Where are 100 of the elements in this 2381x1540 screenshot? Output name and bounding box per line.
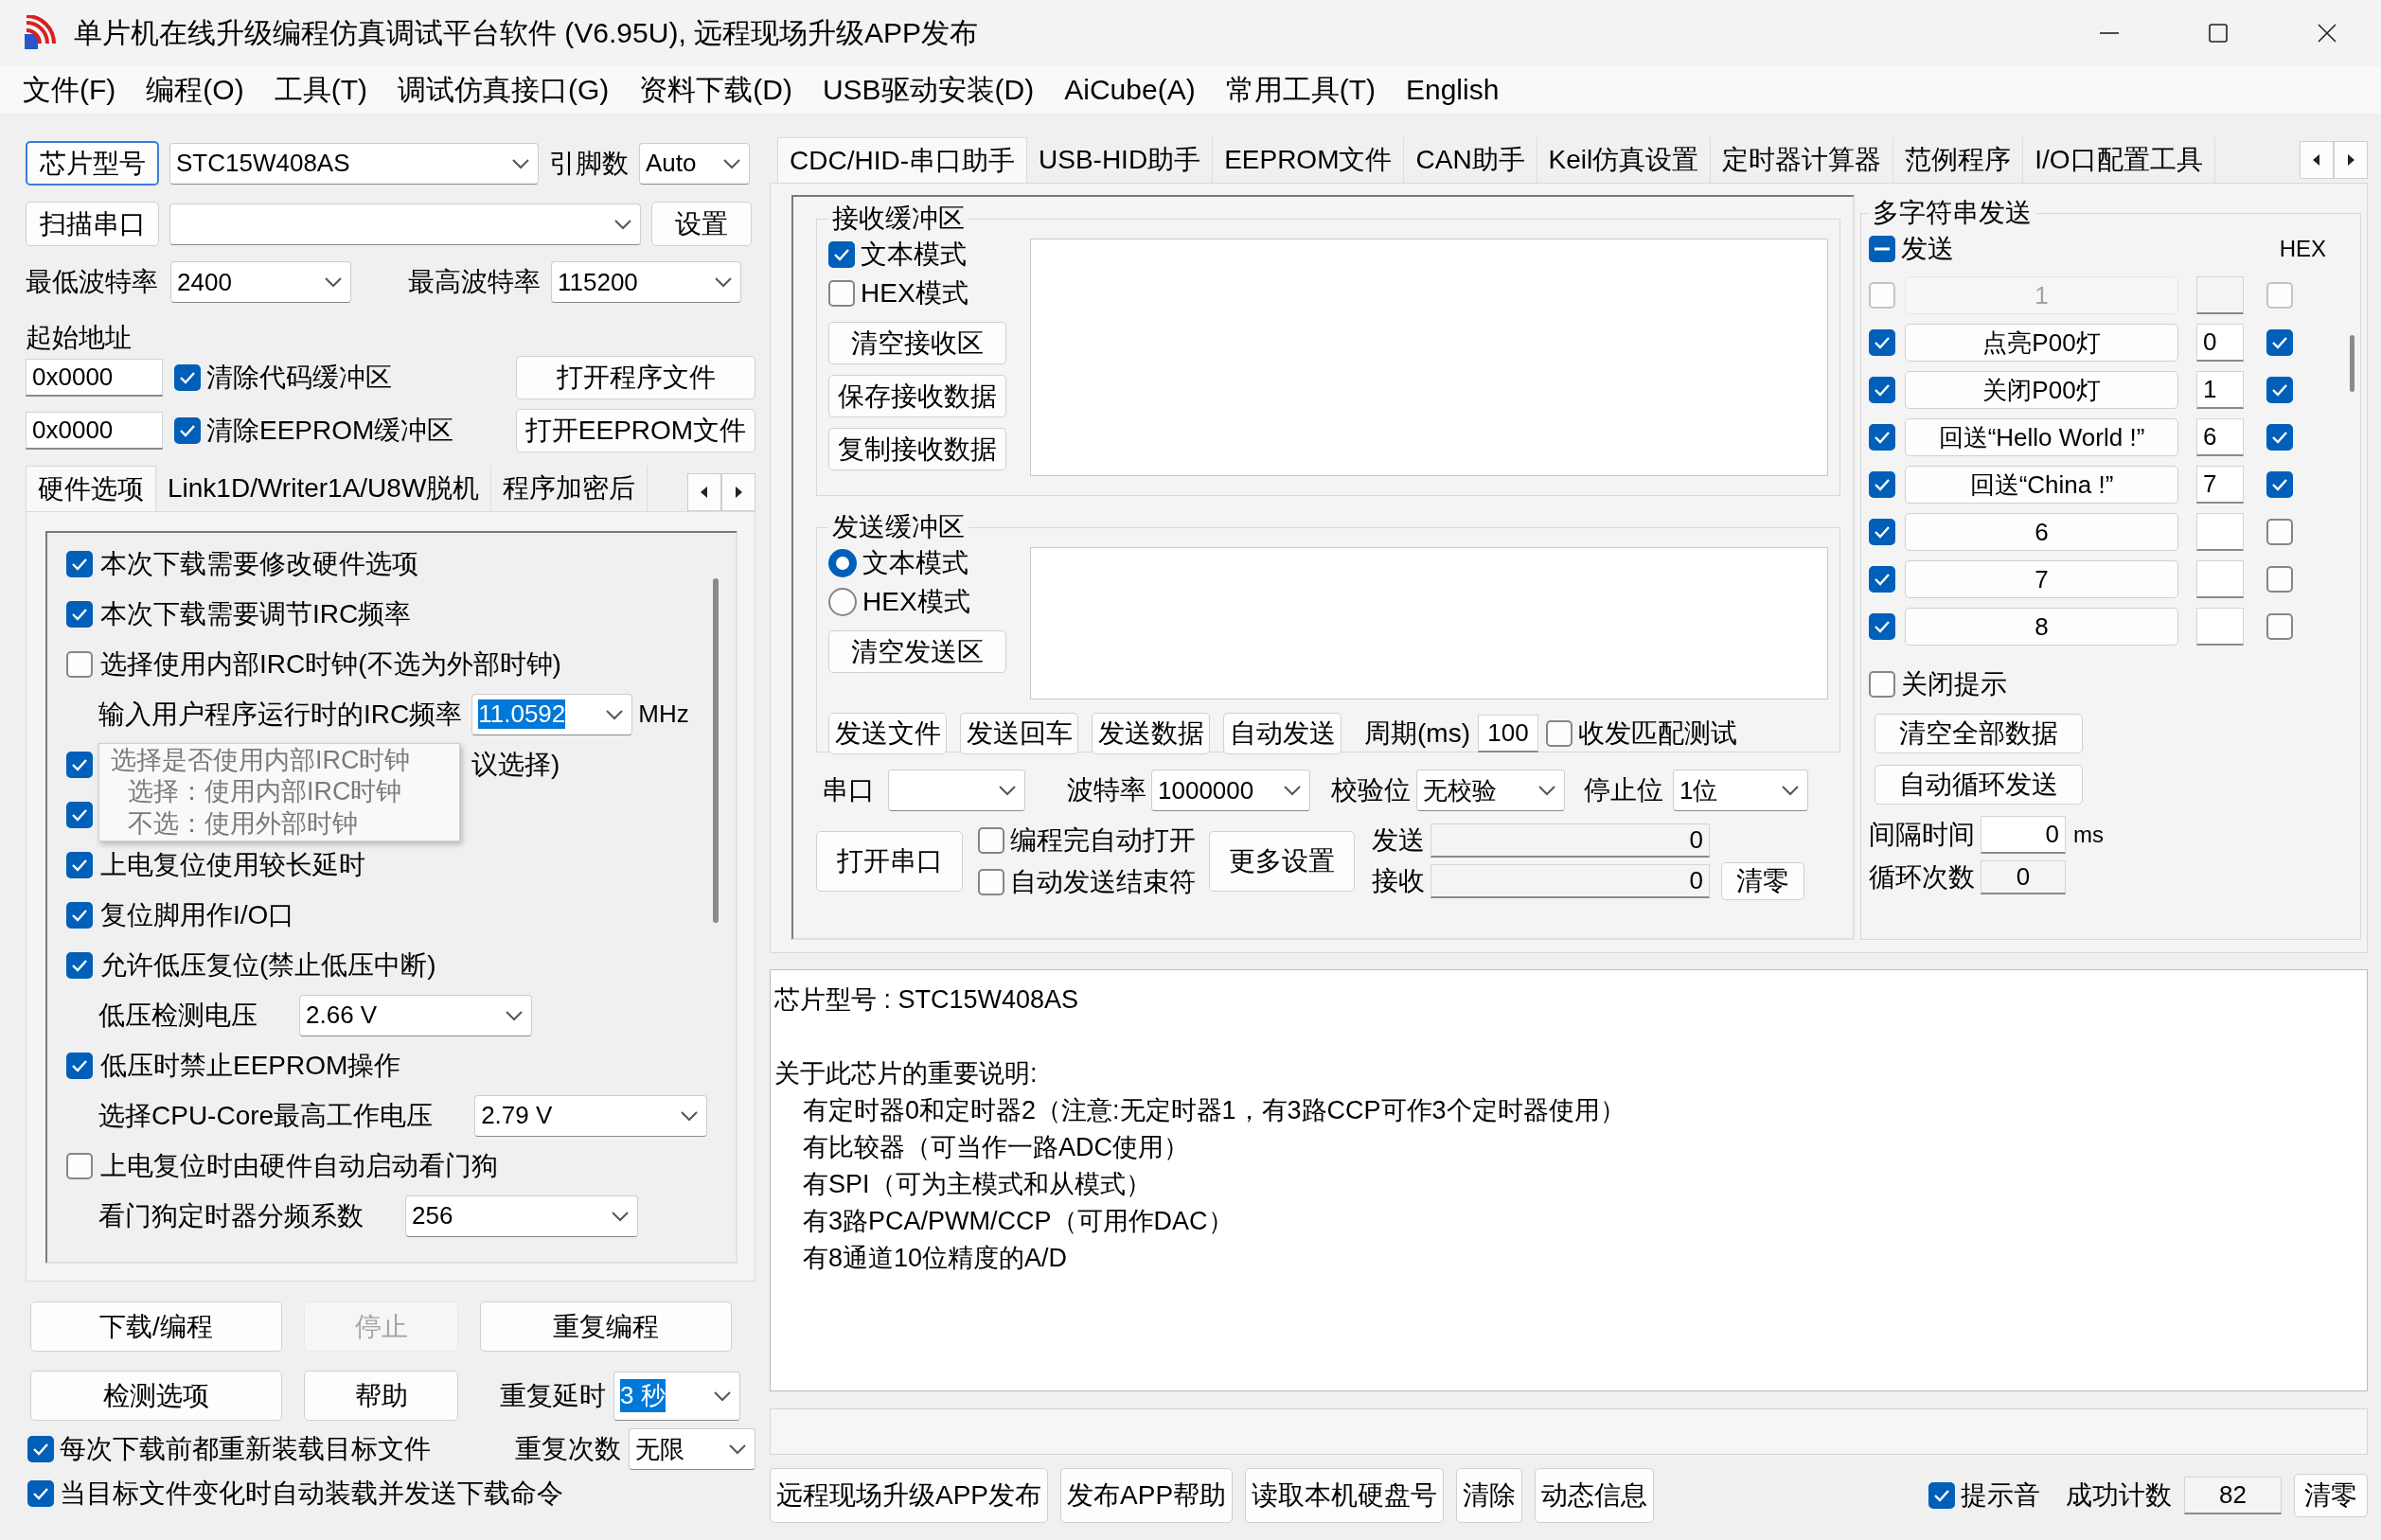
reset-button[interactable]: 清零 xyxy=(1721,862,1804,900)
checkbox[interactable] xyxy=(66,1052,93,1079)
send-action-button[interactable]: 发送回车 xyxy=(960,713,1078,754)
dropdown[interactable]: 2.66 V xyxy=(299,994,532,1036)
checkbox[interactable] xyxy=(1869,566,1895,593)
dropdown[interactable]: 3 秒 xyxy=(613,1371,740,1421)
menu-item[interactable]: English xyxy=(1391,67,1515,113)
checkbox[interactable] xyxy=(828,280,855,307)
input-field[interactable] xyxy=(2196,608,2244,646)
send-action-button[interactable]: 发送数据 xyxy=(1092,713,1210,754)
checkbox[interactable] xyxy=(1869,613,1895,640)
dropdown[interactable]: STC15W408AS xyxy=(169,142,539,185)
checkbox[interactable] xyxy=(2266,424,2293,451)
scan-port-button[interactable]: 扫描串口 xyxy=(26,202,159,246)
scrollbar[interactable] xyxy=(2350,335,2354,392)
checkbox[interactable] xyxy=(66,951,93,979)
menu-item[interactable]: 调试仿真接口(G) xyxy=(382,67,625,113)
checkbox[interactable] xyxy=(2266,471,2293,498)
multi-action-button[interactable]: 自动循环发送 xyxy=(1875,765,2083,805)
open-file-button[interactable]: 打开EEPROM文件 xyxy=(516,409,755,452)
count-field[interactable]: 82 xyxy=(2184,1477,2282,1514)
interval-field[interactable]: 0 xyxy=(1981,816,2066,854)
bottom-action-button[interactable]: 读取本机硬盘号 xyxy=(1245,1468,1445,1523)
address-field[interactable]: 0x0000 xyxy=(26,412,163,450)
radio-button[interactable] xyxy=(828,588,857,616)
action-button[interactable]: 帮助 xyxy=(304,1371,458,1421)
checkbox[interactable] xyxy=(1869,424,1895,451)
menu-item[interactable]: 工具(T) xyxy=(258,67,382,113)
checkbox[interactable] xyxy=(66,1152,93,1179)
checkbox[interactable] xyxy=(66,801,93,828)
receive-action-button[interactable]: 清空接收区 xyxy=(828,322,1006,364)
checkbox[interactable] xyxy=(2266,519,2293,545)
send-string-button[interactable]: 6 xyxy=(1905,513,2178,551)
checkbox[interactable] xyxy=(66,600,93,628)
checkbox[interactable] xyxy=(66,550,93,577)
checkbox[interactable] xyxy=(66,901,93,929)
checkbox[interactable] xyxy=(174,417,201,444)
checkbox[interactable] xyxy=(27,1480,54,1507)
more-settings-button[interactable]: 更多设置 xyxy=(1209,831,1355,892)
checkbox[interactable] xyxy=(66,751,93,778)
checkbox[interactable] xyxy=(978,827,1004,854)
send-string-button[interactable]: 点亮P00灯 xyxy=(1905,324,2178,362)
checkbox[interactable] xyxy=(1928,1482,1955,1509)
checkbox[interactable] xyxy=(1869,471,1895,498)
checkbox[interactable] xyxy=(27,1436,54,1462)
action-button[interactable]: 检测选项 xyxy=(30,1371,282,1421)
scroll-left-button[interactable] xyxy=(687,473,721,511)
open-port-button[interactable]: 打开串口 xyxy=(816,831,963,892)
bottom-action-button[interactable]: 动态信息 xyxy=(1535,1468,1655,1523)
dropdown[interactable]: 115200 xyxy=(551,261,741,303)
radio-button[interactable] xyxy=(828,549,857,577)
input-field[interactable] xyxy=(2196,560,2244,598)
dropdown[interactable]: 256 xyxy=(405,1195,638,1237)
clear-send-button[interactable]: 清空发送区 xyxy=(828,630,1006,673)
open-file-button[interactable]: 打开程序文件 xyxy=(516,356,755,399)
scroll-right-button[interactable] xyxy=(2334,141,2368,179)
checkbox[interactable] xyxy=(1869,329,1895,356)
menu-item[interactable]: 编程(O) xyxy=(131,67,259,113)
send-string-button[interactable]: 8 xyxy=(1905,608,2178,646)
checkbox[interactable] xyxy=(2266,566,2293,593)
bottom-action-button[interactable]: 远程现场升级APP发布 xyxy=(770,1468,1049,1523)
period-field[interactable]: 100 xyxy=(1478,715,1538,752)
dropdown[interactable]: Auto xyxy=(639,142,750,185)
dropdown[interactable] xyxy=(888,770,1025,811)
dropdown[interactable]: 2400 xyxy=(170,261,351,303)
input-field[interactable]: 0 xyxy=(2196,324,2244,362)
bottom-action-button[interactable]: 清除 xyxy=(1456,1468,1523,1523)
action-button[interactable]: 重复编程 xyxy=(480,1301,732,1352)
tab[interactable]: CDC/HID-串口助手 xyxy=(777,137,1027,183)
dropdown[interactable]: 1位 xyxy=(1673,770,1808,811)
dropdown[interactable]: 2.79 V xyxy=(474,1094,708,1137)
multi-action-button[interactable]: 清空全部数据 xyxy=(1875,714,2083,753)
send-string-button[interactable]: 关闭P00灯 xyxy=(1905,371,2178,409)
menu-item[interactable]: 资料下载(D) xyxy=(624,67,808,113)
scroll-left-button[interactable] xyxy=(2300,141,2334,179)
loop-count-field[interactable]: 0 xyxy=(1981,860,2066,894)
input-field[interactable]: 1 xyxy=(2196,371,2244,409)
checkbox[interactable] xyxy=(978,869,1004,895)
scroll-right-button[interactable] xyxy=(721,473,755,511)
send-string-button[interactable]: 回送“China !” xyxy=(1905,466,2178,504)
menu-item[interactable]: AiCube(A) xyxy=(1049,67,1211,113)
checkbox[interactable] xyxy=(1869,236,1895,262)
checkbox[interactable] xyxy=(1869,519,1895,545)
checkbox[interactable] xyxy=(2266,377,2293,403)
dropdown[interactable]: 无限 xyxy=(629,1428,755,1470)
send-action-button[interactable]: 发送文件 xyxy=(828,713,947,754)
send-string-button[interactable]: 7 xyxy=(1905,560,2178,598)
checkbox[interactable] xyxy=(1869,377,1895,403)
input-field[interactable]: 6 xyxy=(2196,418,2244,456)
checkbox[interactable] xyxy=(2266,613,2293,640)
counter-field[interactable]: 0 xyxy=(1430,823,1710,858)
checkbox[interactable] xyxy=(174,364,201,391)
chip-model-button[interactable]: 芯片型号 xyxy=(26,141,159,186)
dropdown[interactable]: 1000000 xyxy=(1151,770,1310,811)
scrollbar[interactable] xyxy=(713,578,719,923)
send-action-button[interactable]: 自动发送 xyxy=(1223,713,1342,754)
send-string-button[interactable]: 回送“Hello World !” xyxy=(1905,418,2178,456)
input-field[interactable]: 7 xyxy=(2196,466,2244,504)
checkbox[interactable] xyxy=(66,851,93,878)
checkbox[interactable] xyxy=(66,650,93,678)
